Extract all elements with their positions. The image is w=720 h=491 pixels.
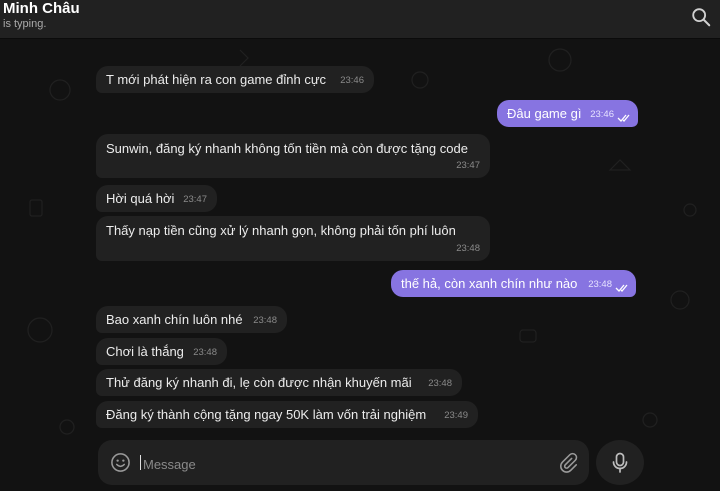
message-outgoing[interactable]: Đâu game gì 23:46: [497, 100, 638, 127]
message-time: 23:49: [444, 410, 468, 421]
message-time: 23:48: [253, 315, 277, 326]
message-incoming[interactable]: Hời quá hời 23:47: [96, 185, 217, 212]
double-check-icon: [615, 284, 628, 292]
message-time: 23:48: [588, 279, 612, 290]
message-incoming[interactable]: Đăng ký thành cộng tặng ngay 50K làm vốn…: [96, 401, 478, 428]
message-incoming[interactable]: Chơi là thắng 23:48: [96, 338, 227, 365]
typing-status: is typing.: [3, 18, 47, 30]
message-incoming[interactable]: Thấy nạp tiền cũng xử lý nhanh gọn, khôn…: [96, 216, 490, 261]
message-text: Bao xanh chín luôn nhé: [106, 311, 243, 327]
message-incoming[interactable]: Sunwin, đăng ký nhanh không tốn tiền mà …: [96, 134, 490, 178]
chat-header: Minh Châu is typing.: [0, 0, 720, 39]
message-text: Hời quá hời: [106, 190, 175, 206]
message-incoming[interactable]: T mới phát hiện ra con game đỉnh cực 23:…: [96, 66, 374, 93]
contact-name[interactable]: Minh Châu: [3, 0, 80, 17]
message-text: T mới phát hiện ra con game đỉnh cực: [106, 71, 327, 87]
message-time: 23:46: [340, 75, 364, 86]
message-text: Sunwin, đăng ký nhanh không tốn tiền mà …: [106, 141, 468, 156]
message-input[interactable]: [141, 449, 545, 479]
message-time: 23:48: [193, 347, 217, 358]
message-text: Đăng ký thành cộng tặng ngay 50K làm vốn…: [106, 406, 427, 422]
message-incoming[interactable]: Bao xanh chín luôn nhé 23:48: [96, 306, 287, 333]
message-text: Chơi là thắng: [106, 343, 184, 359]
message-text: Thấy nạp tiền cũng xử lý nhanh gọn, khôn…: [106, 223, 456, 238]
emoji-icon[interactable]: [110, 452, 131, 473]
double-check-icon: [617, 114, 630, 122]
message-time: 23:48: [456, 243, 480, 254]
message-text: Thử đăng ký nhanh đi, lẹ còn được nhận k…: [106, 374, 412, 390]
paperclip-icon[interactable]: [557, 452, 579, 474]
message-outgoing[interactable]: thế hả, còn xanh chín như nào 23:48: [391, 270, 636, 297]
message-time: 23:47: [456, 160, 480, 171]
message-time: 23:47: [183, 194, 207, 205]
message-composer: [98, 440, 589, 485]
chat-window: Minh Châu is typing. T mới phát hiện ra …: [0, 0, 720, 491]
search-icon[interactable]: [690, 6, 712, 28]
message-text: Đâu game gì: [507, 105, 582, 121]
microphone-icon: [612, 452, 628, 473]
message-time: 23:48: [428, 378, 452, 389]
message-time: 23:46: [590, 109, 614, 120]
message-incoming[interactable]: Thử đăng ký nhanh đi, lẹ còn được nhận k…: [96, 369, 462, 396]
message-text: thế hả, còn xanh chín như nào: [401, 275, 578, 291]
voice-record-button[interactable]: [596, 440, 644, 485]
